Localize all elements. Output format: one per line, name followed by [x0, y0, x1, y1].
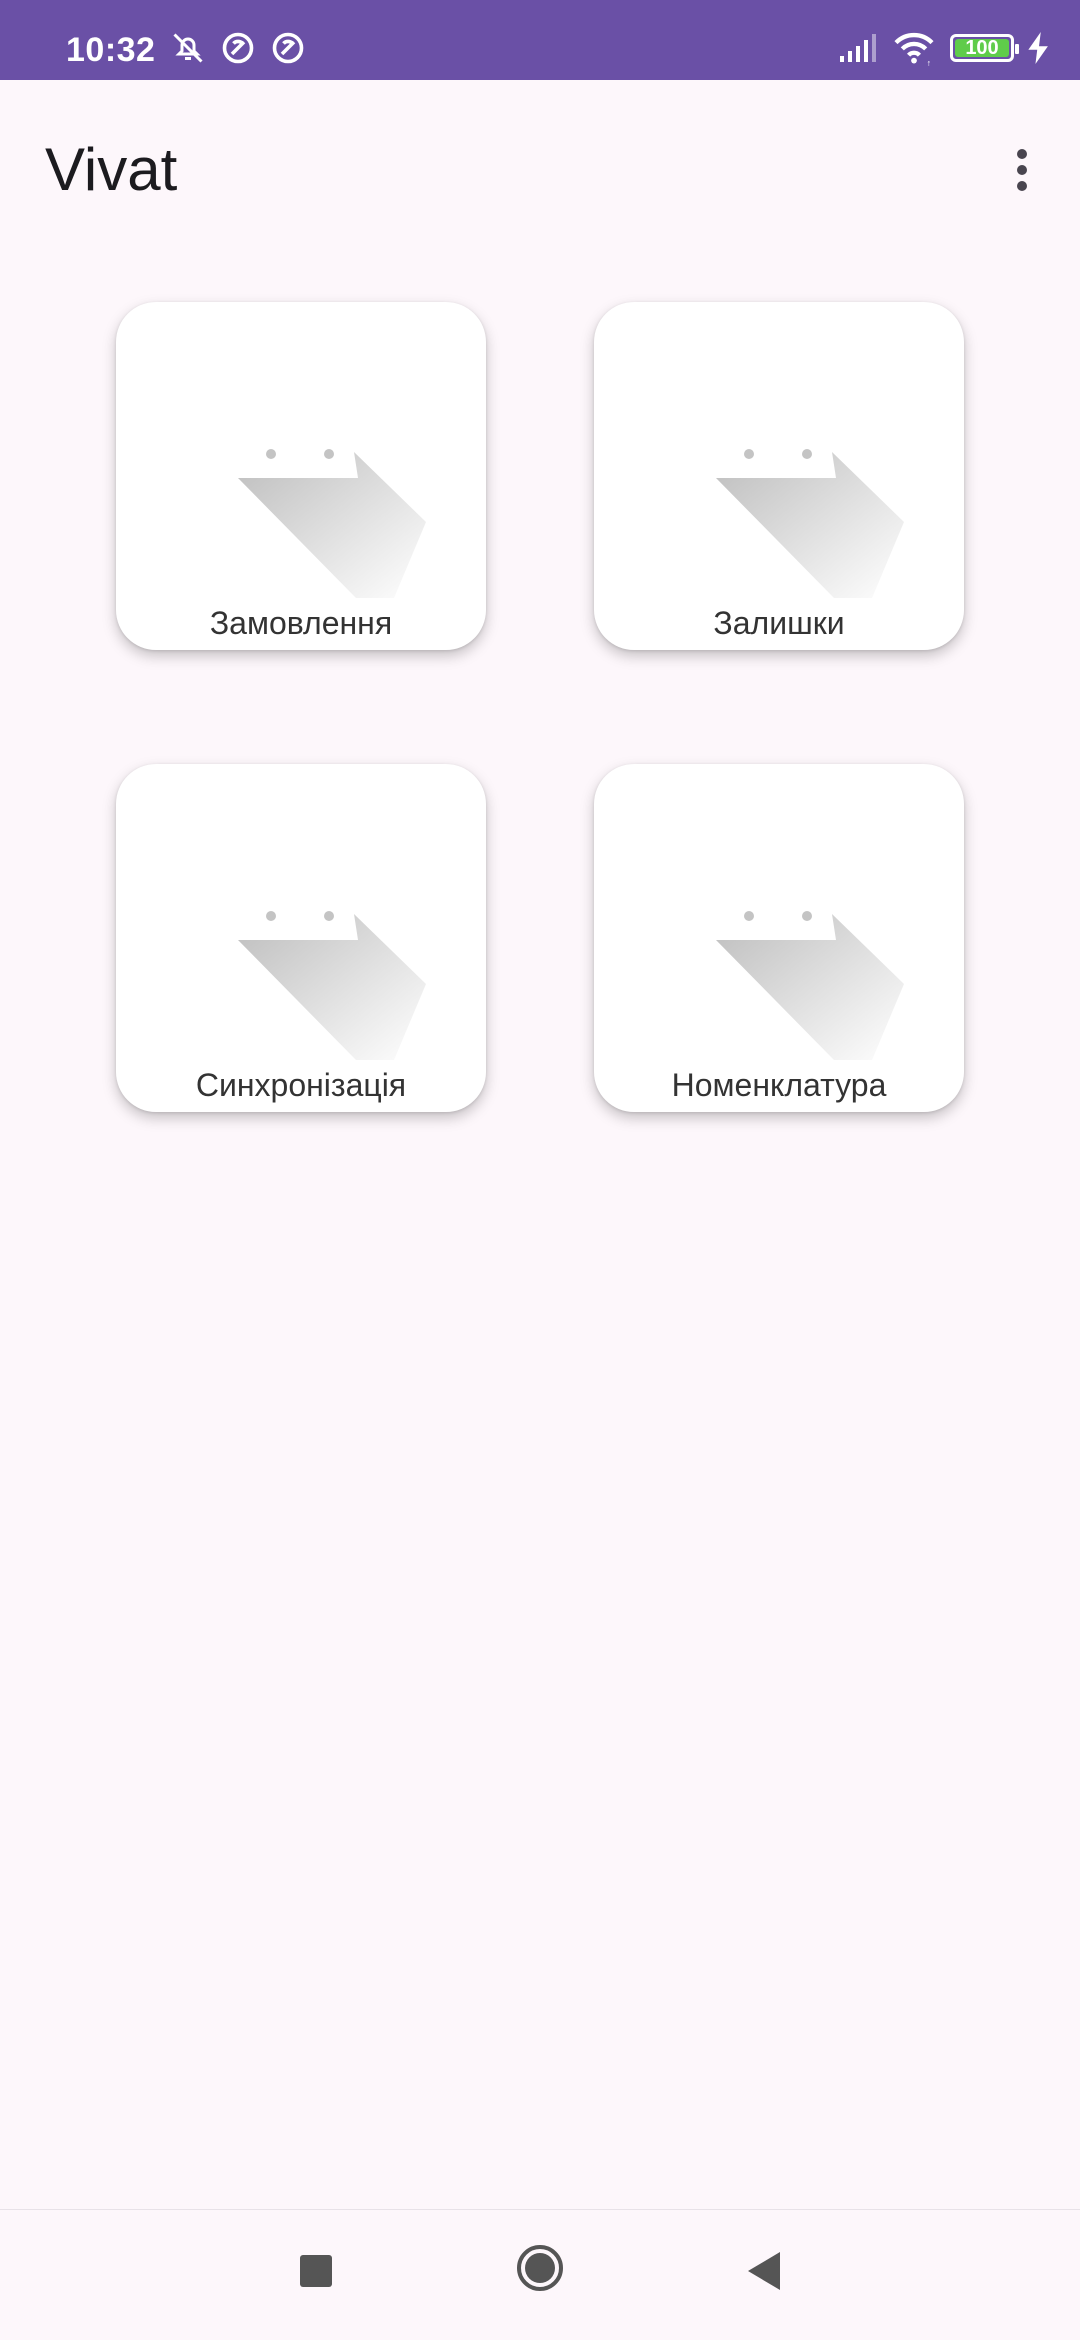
- status-left-icons: [170, 30, 306, 66]
- wifi-icon: ↑: [894, 32, 934, 66]
- recents-icon[interactable]: [300, 2255, 332, 2287]
- image-placeholder-icon: [716, 449, 904, 598]
- tile-orders[interactable]: Замовлення: [116, 302, 486, 650]
- signal-icon: [840, 34, 876, 62]
- more-vert-icon: [1017, 149, 1027, 159]
- tile-label: Синхронізація: [195, 1067, 407, 1103]
- svg-text:↑: ↑: [927, 58, 932, 66]
- tile-label: Замовлення: [209, 605, 393, 641]
- home-icon[interactable]: [516, 2244, 564, 2292]
- tile-stock[interactable]: Залишки: [594, 302, 964, 650]
- tile-catalog[interactable]: Номенклатура: [594, 764, 964, 1112]
- sync-disabled-icon: [272, 32, 304, 64]
- more-options-button[interactable]: [982, 130, 1062, 210]
- mute-alarm-icon: [173, 33, 203, 63]
- system-nav-bar: [0, 2209, 1080, 2340]
- image-placeholder-icon: [238, 449, 426, 598]
- battery-level: 100: [965, 37, 999, 59]
- tile-label: Номенклатура: [671, 1067, 887, 1103]
- image-placeholder-icon: [716, 911, 904, 1060]
- status-bar: 10:32 ↑ 100: [0, 0, 1080, 80]
- back-icon[interactable]: [744, 2250, 784, 2292]
- tile-label: Залишки: [713, 605, 845, 641]
- charging-icon: [1028, 32, 1048, 64]
- sync-disabled-icon: [222, 32, 254, 64]
- app-title: Vivat: [45, 136, 178, 203]
- status-right-icons: ↑ 100: [838, 30, 1050, 66]
- tile-sync[interactable]: Синхронізація: [116, 764, 486, 1112]
- image-placeholder-icon: [238, 911, 426, 1060]
- status-time: 10:32: [66, 31, 156, 69]
- app-bar: Vivat: [0, 80, 1080, 260]
- battery-icon: 100: [950, 34, 1019, 62]
